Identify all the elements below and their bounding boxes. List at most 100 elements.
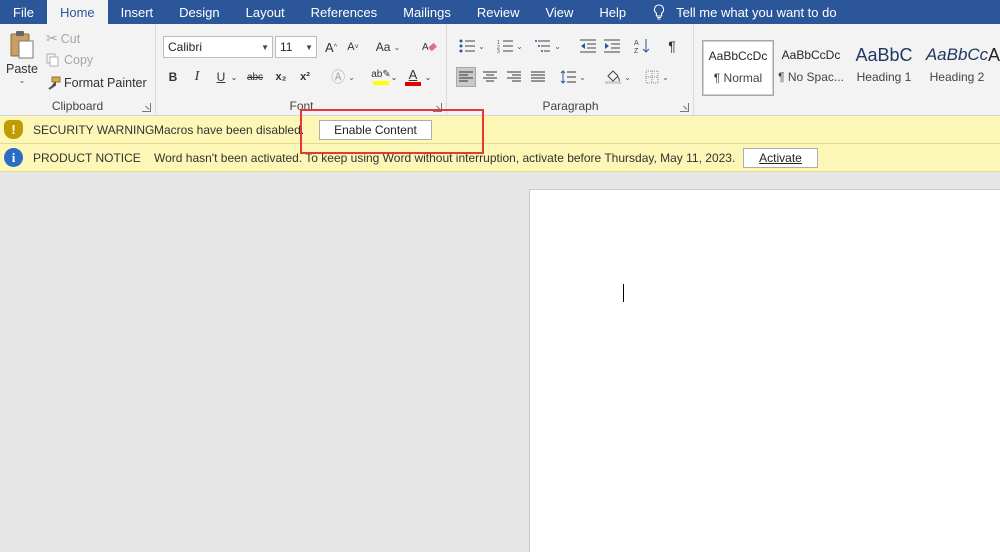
style-sample: A [988,44,1000,65]
underline-dropdown-icon[interactable]: ⌄ [229,67,239,87]
underline-button[interactable]: U [211,67,231,87]
clipboard-group: Paste ⌄ ✂ Cut Copy Format Painter Clipbo… [0,24,156,116]
paragraph-group-label: Paragraph [542,99,599,113]
style-normal[interactable]: AaBbCcDc ¶ Normal [702,40,774,96]
borders-icon [645,70,659,84]
tab-references[interactable]: References [298,0,390,24]
font-size-select[interactable]: 11 ▼ [275,36,317,58]
subscript-button[interactable]: x₂ [271,67,291,87]
superscript-button[interactable]: x² [295,67,315,87]
clipboard-group-label: Clipboard [51,99,104,113]
chevron-down-icon: ⌄ [348,72,355,82]
svg-text:A: A [634,40,639,47]
style-heading-2[interactable]: AaBbCc Heading 2 [921,40,993,96]
style-next[interactable]: A [988,40,1000,96]
tab-view[interactable]: View [532,0,586,24]
tab-file[interactable]: File [0,0,47,24]
paragraph-group: ⌄ 1 2 3 ⌄ ⌄ AZ ¶ ⌄ ⌄ ⌄ Paragraph [448,24,694,116]
shrink-font-button[interactable]: A ˅ [343,37,363,57]
copy-icon [46,53,59,67]
scissors-icon: ✂ [46,30,58,46]
tab-mailings[interactable]: Mailings [390,0,464,24]
cut-label: Cut [60,31,81,46]
tell-me-text: Tell me what you want to do [676,4,837,20]
format-painter-button[interactable]: Format Painter [46,76,147,90]
line-spacing-icon [560,70,577,84]
style-sample: AaBbCcDc [708,49,768,63]
lightbulb-icon [654,4,665,20]
paste-icon [10,31,34,59]
paste-dropdown-icon[interactable]: ⌄ [19,76,26,85]
ribbon-tab-bar: File Home Insert Design Layout Reference… [0,0,1000,24]
bold-button[interactable]: B [163,67,183,87]
format-painter-label: Format Painter [64,76,147,90]
chevron-down-icon: ▼ [305,42,313,52]
security-warning-text: Macros have been disabled. [154,122,305,137]
font-color-button[interactable]: A [403,65,423,89]
highlight-dropdown-icon[interactable]: ⌄ [389,67,399,87]
chevron-down-icon: ▼ [261,42,269,52]
show-formatting-button[interactable]: ¶ [662,36,682,56]
paragraph-launcher-icon[interactable] [680,103,689,112]
product-notice-bar: i PRODUCT NOTICE Word hasn't been activa… [0,144,1000,172]
clipboard-launcher-icon[interactable] [142,103,151,112]
font-family-value: Calibri [168,40,203,54]
font-size-value: 11 [280,40,293,54]
style-name: ¶ Normal [713,71,763,85]
svg-text:Z: Z [634,48,639,54]
activate-button[interactable]: Activate [743,148,818,168]
style-no-spacing[interactable]: AaBbCcDc ¶ No Spac... [775,40,847,96]
highlighter-icon: ab✎ [371,69,391,80]
text-effects-button[interactable]: Ⓐ ⌄ [329,67,357,87]
change-case-icon: Aa [375,40,391,54]
info-icon: i [4,148,23,167]
bullets-icon [459,39,476,53]
tab-review[interactable]: Review [464,0,533,24]
style-name: ¶ No Spac... [778,70,844,84]
tab-insert[interactable]: Insert [108,0,167,24]
justify-button[interactable] [528,67,548,87]
document-page[interactable] [529,189,1000,552]
align-right-button[interactable] [504,67,524,87]
paste-button[interactable]: Paste ⌄ [6,30,38,85]
decrease-indent-button[interactable] [578,36,598,56]
grow-font-button[interactable]: A ^ [321,37,341,57]
chevron-down-icon: ⌄ [393,42,401,52]
align-center-button[interactable] [480,67,500,87]
shading-button[interactable]: ⌄ [602,67,634,87]
italic-button[interactable]: I [187,67,207,87]
align-left-button[interactable] [456,67,476,87]
ribbon: Paste ⌄ ✂ Cut Copy Format Painter Clipbo… [0,24,1000,116]
multilevel-list-button[interactable]: ⌄ [532,36,564,56]
paint-bucket-icon [605,70,621,84]
line-spacing-button[interactable]: ⌄ [558,67,588,87]
sort-icon: AZ [634,39,650,54]
sort-button[interactable]: AZ [632,36,652,56]
font-color-dropdown-icon[interactable]: ⌄ [423,67,433,87]
product-notice-title: PRODUCT NOTICE [33,150,141,165]
tab-layout[interactable]: Layout [233,0,298,24]
highlight-color-bar [373,81,389,85]
increase-indent-button[interactable] [602,36,622,56]
clear-formatting-button[interactable]: A [419,37,439,57]
font-family-select[interactable]: Calibri ▼ [163,36,273,58]
tab-home[interactable]: Home [46,0,108,24]
cut-button[interactable]: ✂ Cut [46,30,80,47]
tab-help[interactable]: Help [586,0,639,24]
copy-button[interactable]: Copy [46,53,93,67]
numbering-icon: 123 [497,40,514,53]
change-case-button[interactable]: Aa ⌄ [371,37,405,57]
paste-label: Paste [6,62,38,76]
align-right-icon [507,71,521,82]
justify-icon [531,71,545,82]
borders-button[interactable]: ⌄ [642,67,672,87]
bullets-button[interactable]: ⌄ [456,36,488,56]
font-group: Calibri ▼ 11 ▼ A ^ A ˅ Aa ⌄ A B I U ⌄ abc x… [157,24,447,116]
tab-design[interactable]: Design [166,0,232,24]
strikethrough-button[interactable]: abc [245,67,265,87]
tell-me-search[interactable]: Tell me what you want to do [639,0,837,24]
align-center-icon [483,71,497,82]
copy-label: Copy [64,53,94,67]
style-heading-1[interactable]: AaBbC Heading 1 [848,40,920,96]
numbering-button[interactable]: 1 2 3 ⌄ [494,36,526,56]
